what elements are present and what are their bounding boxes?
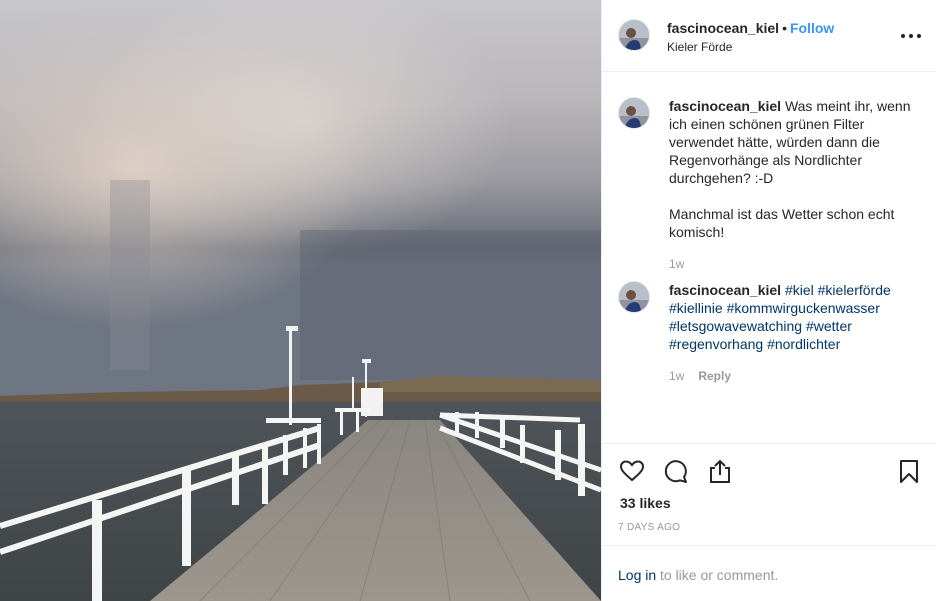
comment-age[interactable]: 1w (669, 257, 684, 271)
heart-icon[interactable] (619, 458, 645, 484)
post-header: fascinocean_kiel • Follow Kieler Förde (602, 0, 936, 72)
login-link[interactable]: Log in (618, 567, 656, 583)
share-icon[interactable] (707, 458, 733, 484)
post-photo[interactable] (0, 0, 601, 601)
separator-dot: • (782, 20, 787, 36)
follow-button[interactable]: Follow (790, 20, 834, 36)
location-link[interactable]: Kieler Förde (667, 40, 732, 54)
login-prompt-text: to like or comment. (660, 567, 779, 583)
hashtag-link[interactable]: #regenvorhang (669, 336, 763, 352)
more-dots-icon[interactable] (900, 25, 922, 47)
hashtag-link[interactable]: #kiel (785, 282, 814, 298)
hashtag-link[interactable]: #nordlichter (767, 336, 840, 352)
hashtag-link[interactable]: #letsgowavewatching (669, 318, 802, 334)
caption-paragraph-2: Manchmal ist das Wetter schon echt komis… (669, 206, 895, 240)
post-timestamp[interactable]: 7 DAYS AGO (618, 522, 680, 533)
hashtag-link[interactable]: #kommwirguckenwasser (727, 300, 880, 316)
reply-button[interactable]: Reply (698, 369, 731, 383)
avatar[interactable] (618, 19, 650, 51)
hashtag-link[interactable]: #kiellinie (669, 300, 723, 316)
hashtag-link[interactable]: #kielerförde (818, 282, 891, 298)
bookmark-icon[interactable] (896, 458, 922, 484)
comment-age[interactable]: 1w (669, 369, 684, 383)
hashtag-link[interactable]: #wetter (806, 318, 852, 334)
username-link[interactable]: fascinocean_kiel (669, 282, 781, 298)
login-prompt: Log in to like or comment. (602, 545, 936, 601)
avatar[interactable] (618, 281, 650, 313)
likes-count[interactable]: 33 likes (620, 495, 671, 511)
username-link[interactable]: fascinocean_kiel (669, 98, 781, 114)
comment-text: fascinocean_kiel Was meint ihr, wenn ich… (669, 97, 919, 241)
avatar[interactable] (618, 97, 650, 129)
comment-text: fascinocean_kiel #kiel #kielerförde #kie… (669, 281, 919, 353)
action-bar (602, 443, 936, 503)
post-sidebar: fascinocean_kiel • Follow Kieler Förde fas… (601, 0, 936, 601)
username-link[interactable]: fascinocean_kiel (667, 20, 779, 36)
comment-icon[interactable] (663, 458, 689, 484)
